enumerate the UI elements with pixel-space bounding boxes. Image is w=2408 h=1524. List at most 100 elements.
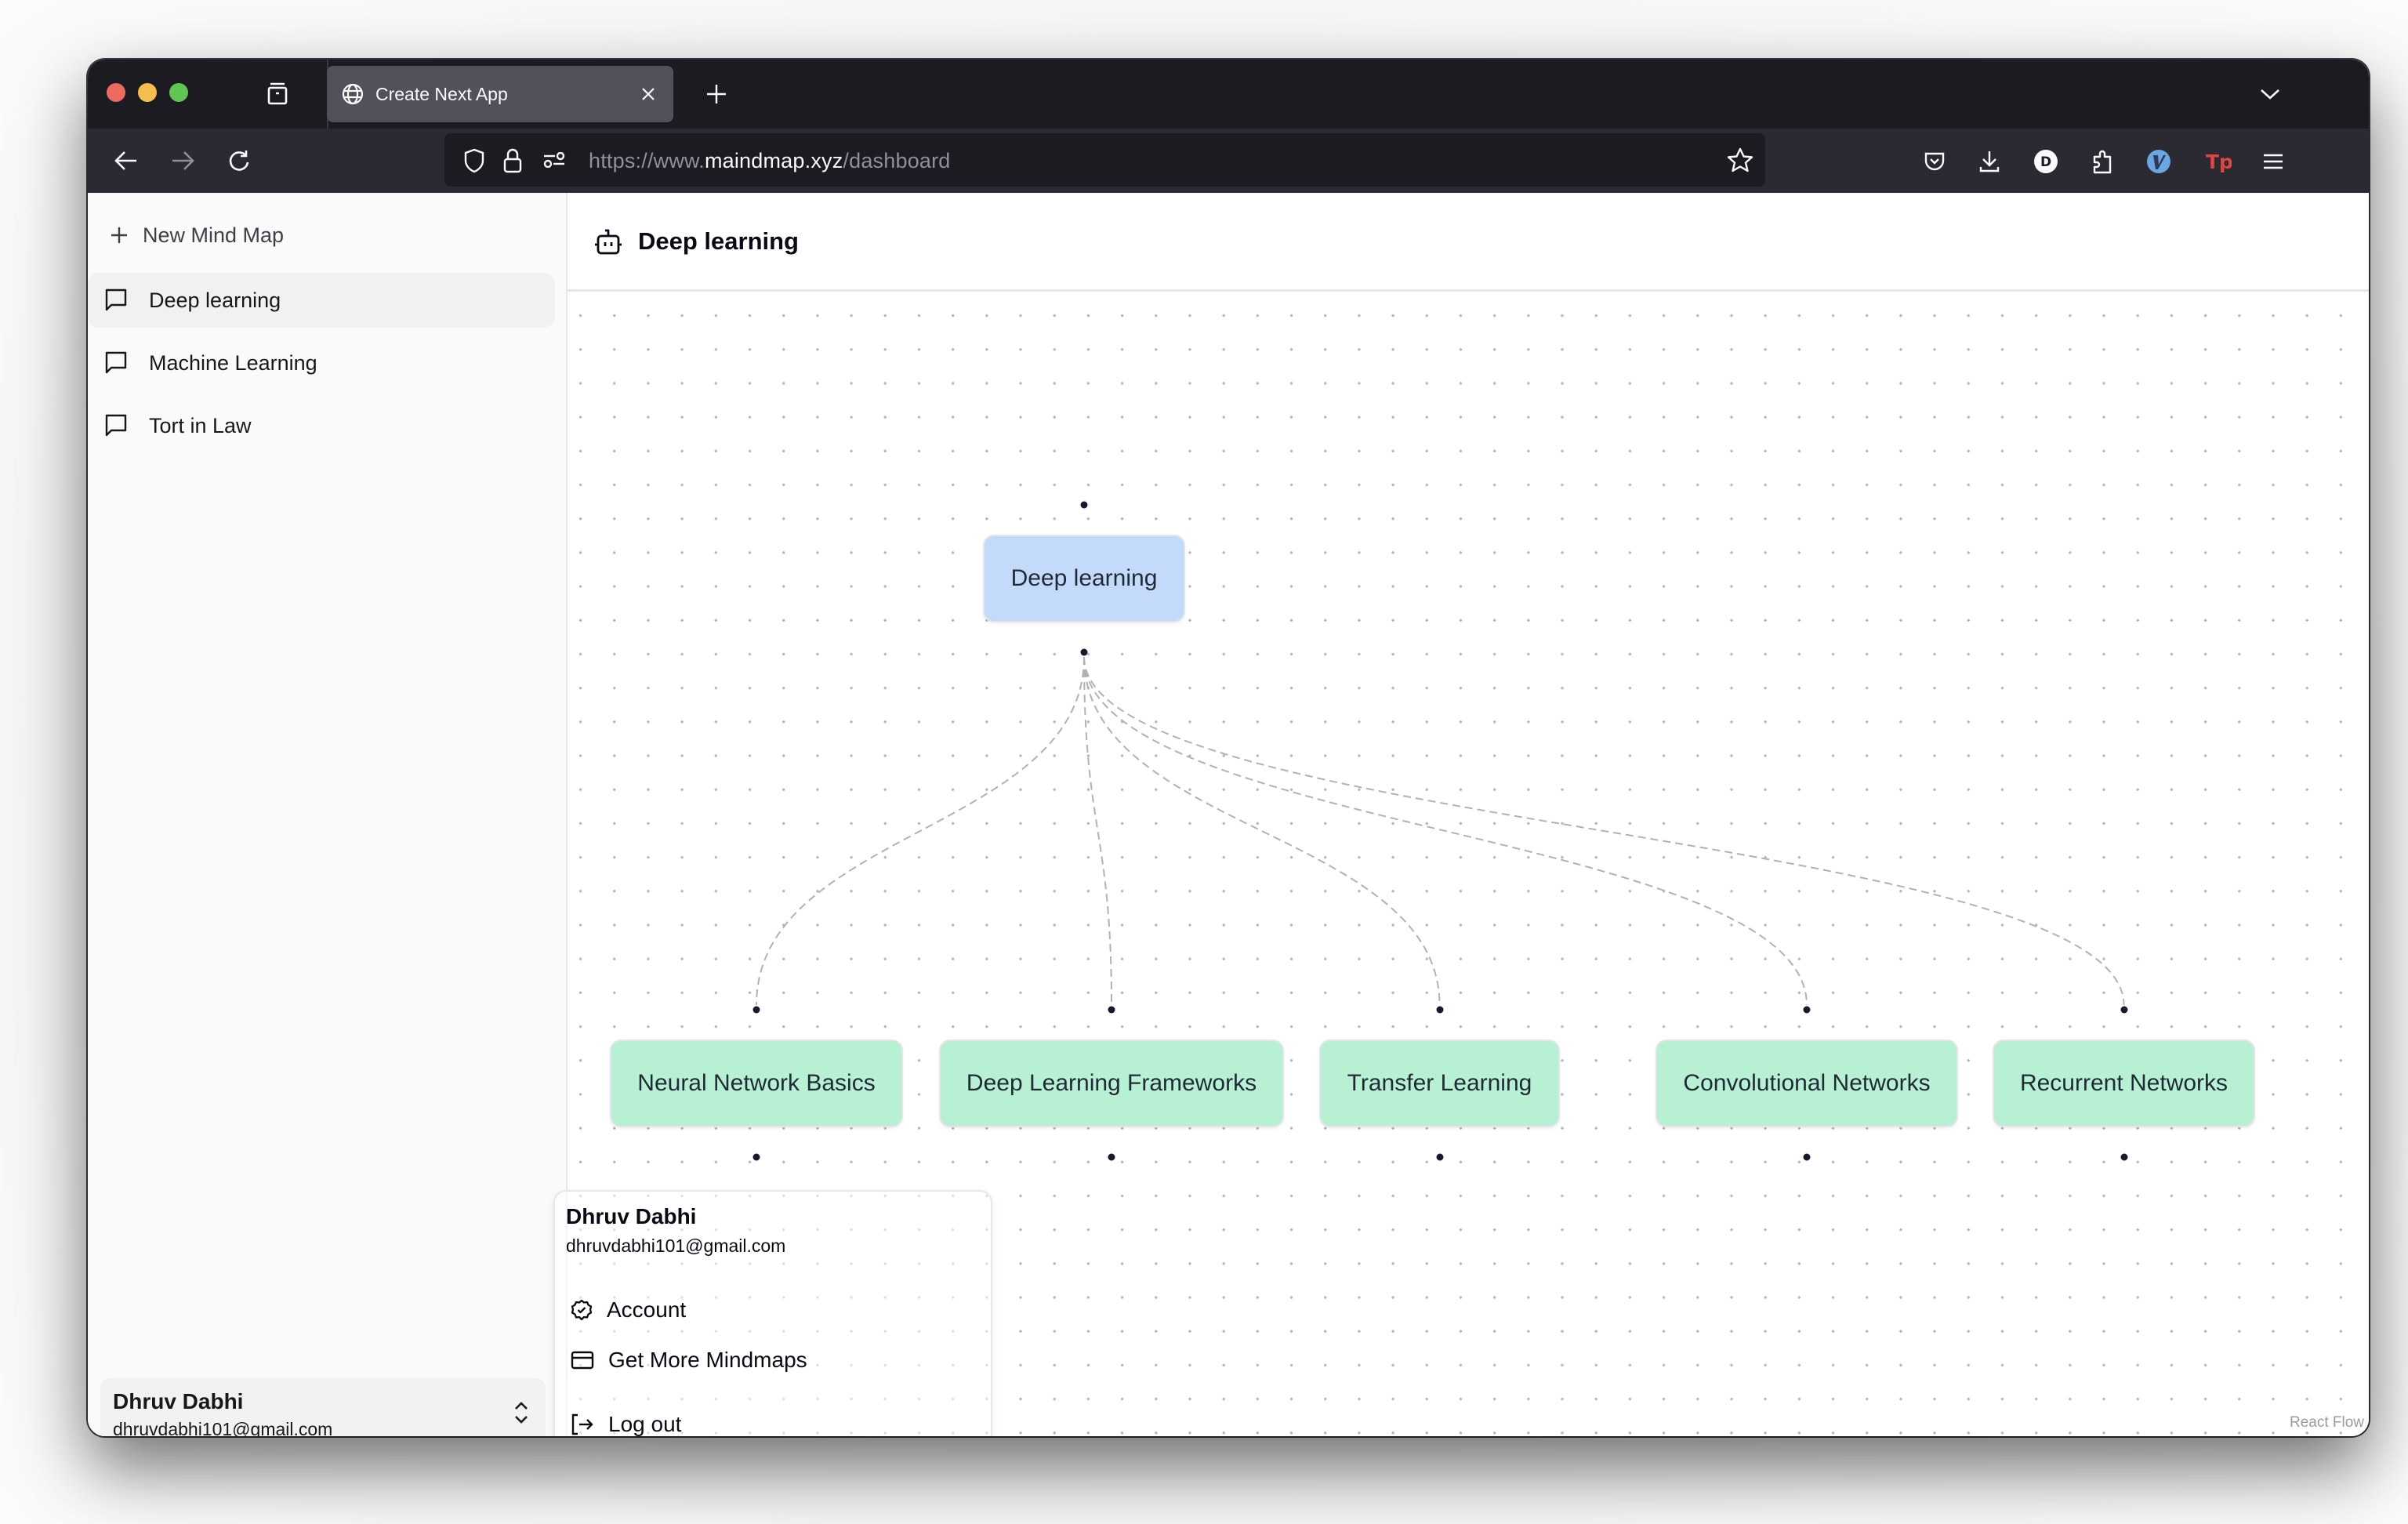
d-extension-icon: D [2034, 150, 2058, 173]
navigation-bar: https://www.maindmap.xyz/dashboard D Tp [88, 129, 2369, 193]
tab-groups-button[interactable] [260, 77, 295, 111]
tracking-protection-button[interactable] [462, 147, 487, 174]
tab-active[interactable]: Create Next App [327, 66, 673, 122]
archive-icon [267, 82, 288, 105]
site-security-button[interactable] [501, 147, 524, 175]
forward-button[interactable] [165, 143, 201, 179]
child-source-handle[interactable] [1436, 1153, 1443, 1161]
mindmap-edge[interactable] [756, 656, 1085, 1006]
sidebar: New Mind Map Deep learning Machine Learn… [88, 193, 568, 1436]
svg-text:D: D [2040, 154, 2051, 170]
child-target-handle[interactable] [1803, 1006, 1811, 1014]
shield-icon [464, 148, 484, 173]
page-content: New Mind Map Deep learning Machine Learn… [88, 193, 2369, 1436]
menu-item-account[interactable]: Account [571, 1290, 686, 1330]
child-source-handle[interactable] [752, 1153, 760, 1161]
badge-check-icon [571, 1299, 593, 1321]
root-target-handle[interactable] [1080, 501, 1088, 509]
child-target-handle[interactable] [2120, 1006, 2127, 1014]
mindmap-edge[interactable] [1083, 656, 2125, 1006]
d-extension-button[interactable]: D [2029, 144, 2063, 179]
chevrons-up-down-icon [515, 1402, 528, 1424]
new-tab-button[interactable] [699, 77, 734, 111]
arrow-right-icon [172, 151, 194, 170]
pocket-icon [1924, 152, 1945, 171]
v-extension-button[interactable] [2141, 144, 2176, 179]
new-mind-map-button[interactable]: New Mind Map [110, 212, 284, 259]
child-target-handle[interactable] [752, 1006, 760, 1014]
child-source-handle[interactable] [2120, 1153, 2127, 1161]
star-icon [1727, 147, 1753, 172]
maximize-window-button[interactable] [169, 83, 188, 102]
bot-icon [595, 229, 622, 255]
sidebar-item-deep-learning[interactable]: Deep learning [88, 273, 555, 328]
mindmap-node-child[interactable]: Deep Learning Frameworks [939, 1040, 1284, 1127]
arrow-left-icon [114, 151, 136, 170]
plus-icon [707, 85, 726, 103]
react-flow-attribution[interactable]: React Flow [2290, 1414, 2364, 1431]
tp-extension-icon: Tp [2206, 151, 2232, 173]
lock-icon [503, 148, 522, 173]
mindmap-node-child[interactable]: Transfer Learning [1319, 1040, 1560, 1127]
close-window-button[interactable] [107, 83, 125, 102]
menu-item-label: Log out [608, 1412, 682, 1436]
list-all-tabs-button[interactable] [2253, 77, 2287, 111]
reload-icon [229, 151, 249, 171]
child-source-handle[interactable] [1803, 1153, 1811, 1161]
url-bar[interactable]: https://www.maindmap.xyz/dashboard [444, 133, 1765, 187]
mindmap-edge[interactable] [1083, 656, 1441, 1006]
v-extension-icon [2147, 150, 2170, 173]
svg-text:Tp: Tp [2206, 151, 2232, 173]
menu-item-label: Account [607, 1297, 687, 1322]
downloads-button[interactable] [1972, 144, 2007, 179]
mindmap-node-child[interactable]: Neural Network Basics [610, 1040, 903, 1127]
popover-user-name: Dhruv Dabhi [566, 1204, 697, 1228]
mindmap-node-child[interactable]: Convolutional Networks [1656, 1040, 1958, 1127]
plus-icon [111, 227, 127, 243]
child-target-handle[interactable] [1108, 1006, 1115, 1014]
credit-card-icon [571, 1351, 594, 1370]
sidebar-item-tort-in-law[interactable]: Tort in Law [88, 398, 555, 453]
message-square-icon [105, 288, 127, 311]
mindmap-node-child[interactable]: Recurrent Networks [1993, 1040, 2255, 1127]
minimize-window-button[interactable] [138, 83, 157, 102]
close-icon [642, 88, 655, 100]
log-out-icon [571, 1413, 593, 1435]
pocket-button[interactable] [1917, 144, 1952, 179]
app-menu-button[interactable] [2256, 144, 2290, 179]
extensions-button[interactable] [2085, 144, 2120, 179]
url-host: maindmap.xyz [704, 149, 843, 172]
site-permissions-button[interactable] [542, 151, 567, 169]
child-target-handle[interactable] [1436, 1006, 1443, 1014]
message-square-icon [105, 351, 127, 374]
user-name: Dhruv Dabhi [113, 1389, 244, 1413]
sidebar-item-machine-learning[interactable]: Machine Learning [88, 336, 555, 390]
menu-icon [2264, 154, 2283, 169]
mindmap-edge[interactable] [1083, 656, 1808, 1006]
back-button[interactable] [108, 143, 144, 179]
puzzle-icon [2093, 150, 2112, 174]
page-title: Deep learning [638, 227, 799, 255]
reload-button[interactable] [221, 143, 257, 179]
message-square-icon [105, 414, 127, 437]
tab-close-button[interactable] [629, 75, 667, 113]
url-text[interactable]: https://www.maindmap.xyz/dashboard [589, 149, 951, 173]
sidebar-item-label: Tort in Law [149, 413, 252, 437]
main-header: Deep learning [568, 193, 2369, 292]
globe-icon [342, 83, 364, 105]
menu-item-label: Get More Mindmaps [608, 1348, 807, 1372]
user-menu-trigger[interactable]: Dhruv Dabhi dhruvdabhi101@gmail.com [100, 1378, 546, 1436]
menu-item-log-out[interactable]: Log out [571, 1405, 681, 1436]
mindmap-node-root[interactable]: Deep learning [983, 535, 1185, 622]
tp-extension-button[interactable]: Tp [2201, 144, 2236, 179]
url-path: /dashboard [843, 149, 951, 172]
url-scheme: https://www. [589, 149, 705, 172]
mindmap-edge[interactable] [1083, 656, 1112, 1006]
child-source-handle[interactable] [1108, 1153, 1115, 1161]
main-panel: Deep learning Deep learning Neural Netwo… [553, 193, 2369, 1436]
root-source-handle[interactable] [1080, 648, 1088, 656]
bookmark-button[interactable] [1724, 144, 1756, 176]
popover-user-email: dhruvdabhi101@gmail.com [566, 1236, 786, 1256]
new-mind-map-label: New Mind Map [143, 223, 285, 247]
menu-item-get-more-mindmaps[interactable]: Get More Mindmaps [571, 1341, 807, 1380]
